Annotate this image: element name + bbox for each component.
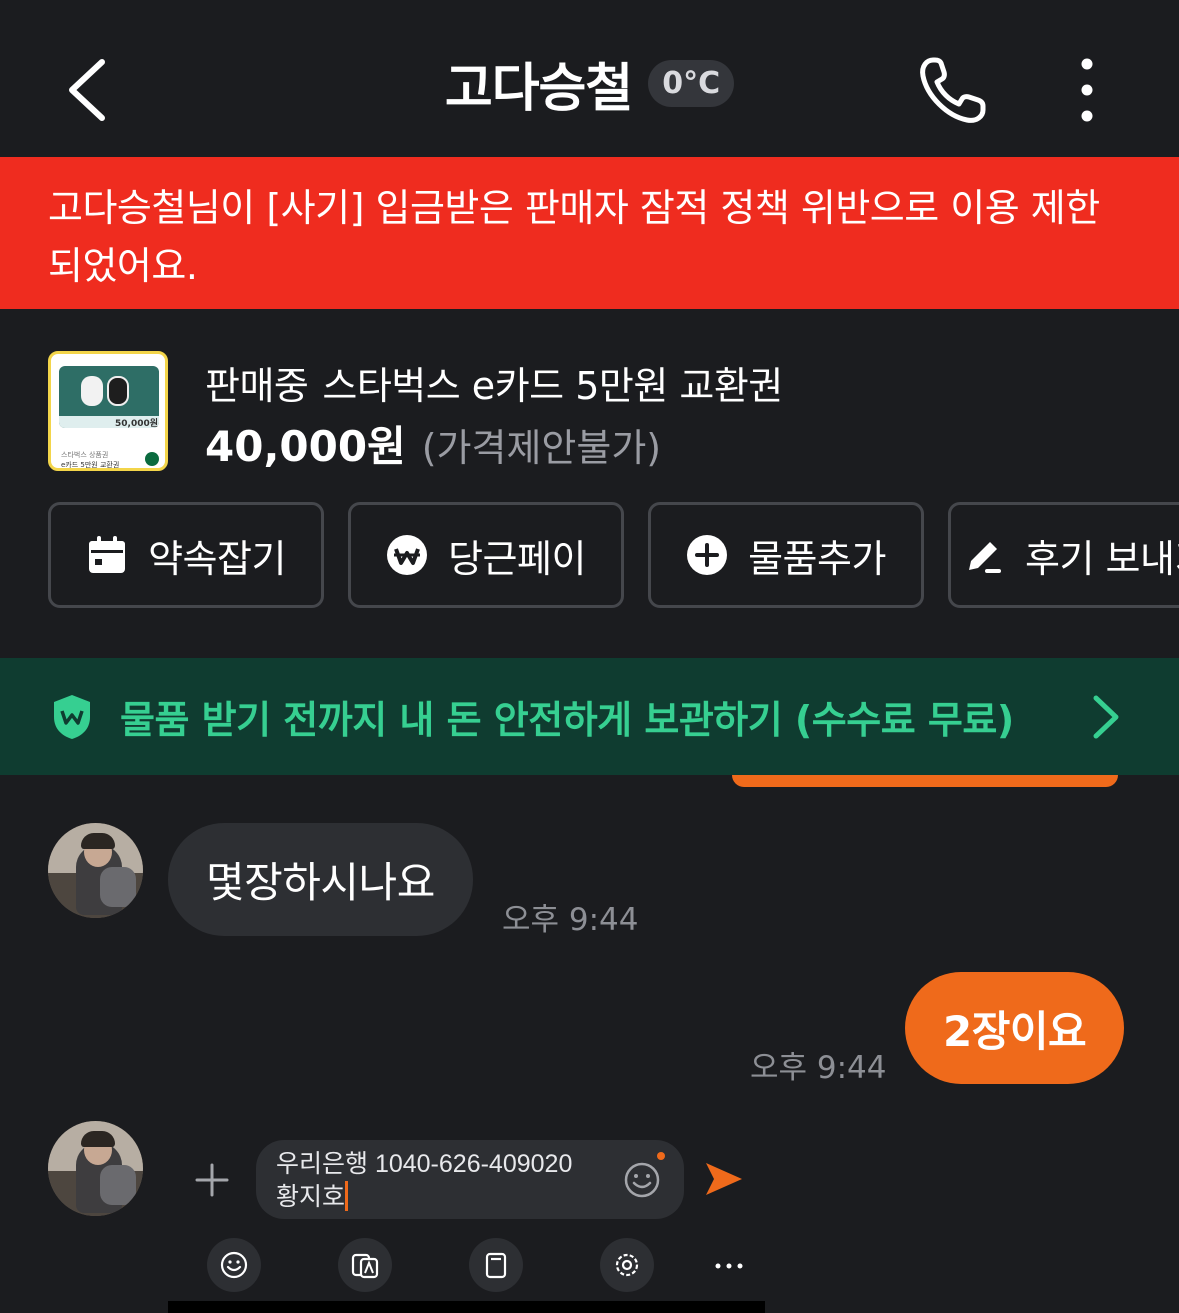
clipboard-icon [485,1252,507,1279]
outgoing-message-time: 오후 9:44 [750,1050,887,1086]
thumbnail-product-text: e카드 5만원 교환권 [61,461,120,469]
send-button[interactable] [704,1160,744,1198]
restriction-warning-banner: 고다승철님이 [사기] 입금받은 판매자 잠적 정책 위반으로 이용 제한되었어… [0,157,1179,309]
product-name: 스타벅스 e카드 5만원 교환권 [322,364,783,408]
title-group: 고다승철 0°C [0,48,1179,119]
outgoing-message-bubble: 2장이요 [905,972,1125,1084]
my-avatar [48,1121,143,1216]
send-icon [706,1163,742,1195]
card-character-black [107,376,129,406]
manner-temperature-badge: 0°C [648,59,735,107]
add-item-label: 물품추가 [748,536,886,581]
attach-button[interactable] [192,1160,232,1200]
keyboard-emoji-button[interactable] [207,1238,261,1292]
thumbnail-brand-text: 스타벅스 상품권 [61,451,109,459]
card-character-white [81,376,103,406]
calendar-icon [86,534,128,576]
price-note: (가격제안불가) [421,426,662,470]
starbucks-logo-icon [145,452,159,466]
incoming-message-bubble: 몇장하시나요 [168,823,473,936]
safe-payment-banner[interactable]: 물품 받기 전까지 내 돈 안전하게 보관하기 (수수료 무료) [0,658,1179,775]
partner-avatar[interactable] [48,823,143,918]
emoji-icon [220,1251,248,1279]
keyboard-translate-button[interactable] [338,1238,392,1292]
translate-icon [351,1253,379,1279]
keyboard-settings-button[interactable] [600,1238,654,1292]
action-button-row: 약속잡기 당근페이 물품추가 후기 보내기 [48,502,1179,608]
product-price: 40,000원 [205,422,406,471]
schedule-button[interactable]: 약속잡기 [48,502,324,608]
chevron-right-icon [1093,695,1119,739]
product-summary[interactable]: 50,000원 스타벅스 상품권 e카드 5만원 교환권 판매중 스타벅스 e카… [0,309,1179,499]
product-thumbnail[interactable]: 50,000원 스타벅스 상품권 e카드 5만원 교환권 [48,351,168,471]
page-title: 고다승철 [444,58,633,119]
pay-button[interactable]: 당근페이 [348,502,624,608]
pay-label: 당근페이 [448,536,586,581]
previous-message-bubble [732,775,1118,787]
message-input[interactable]: 우리은행 1040-626-409020 황지호 [256,1140,684,1219]
more-horizontal-icon [715,1263,743,1269]
plus-circle-icon [686,534,728,576]
keyboard-edge [168,1301,765,1313]
outgoing-message-text: 2장이요 [943,1006,1087,1056]
phone-icon [920,57,986,123]
text-caret [345,1181,349,1211]
safe-payment-text: 물품 받기 전까지 내 돈 안전하게 보관하기 (수수료 무료) [120,698,1014,742]
more-options-button[interactable] [1062,55,1112,125]
send-review-button[interactable]: 후기 보내기 [948,502,1179,608]
incoming-message-text: 몇장하시나요 [206,858,435,907]
sale-status: 판매중 [205,364,309,408]
message-input-text[interactable]: 우리은행 1040-626-409020 황지호 [276,1148,616,1214]
notification-dot [657,1152,665,1160]
won-pay-icon [386,534,428,576]
incoming-message-time: 오후 9:44 [502,902,639,938]
pencil-icon [963,534,1005,576]
plus-icon [195,1163,229,1197]
keyboard-more-button[interactable] [705,1246,753,1286]
smiley-icon [624,1162,660,1198]
add-item-button[interactable]: 물품추가 [648,502,924,608]
product-price-row: 40,000원 (가격제안불가) [205,413,661,474]
call-button[interactable] [915,52,995,128]
warning-text: 고다승철님이 [사기] 입금받은 판매자 잠적 정책 위반으로 이용 제한되었어… [48,186,1100,288]
emoji-button[interactable] [622,1160,662,1200]
more-vertical-icon [1081,58,1093,122]
shield-won-icon [54,694,90,739]
thumbnail-price: 50,000원 [115,419,159,429]
settings-icon [615,1253,639,1277]
product-title-row: 판매중 스타벅스 e카드 5만원 교환권 [205,355,783,410]
chat-header: 고다승철 0°C [0,0,1179,157]
keyboard-clipboard-button[interactable] [469,1238,523,1292]
schedule-label: 약속잡기 [148,536,286,581]
send-review-label: 후기 보내기 [1025,536,1179,581]
